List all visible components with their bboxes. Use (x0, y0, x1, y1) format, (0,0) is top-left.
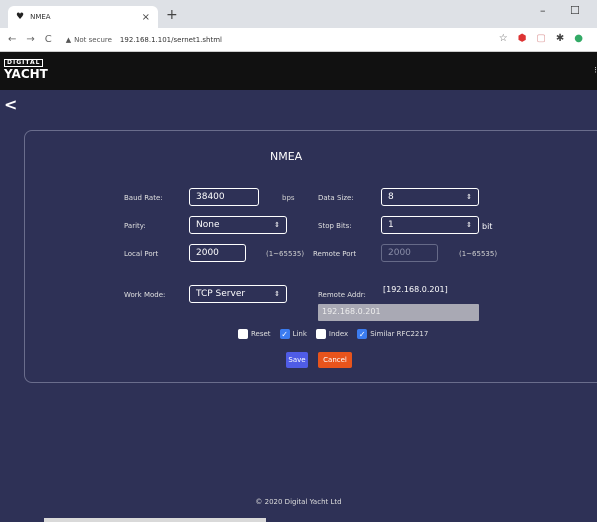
heart-icon: ♥ (16, 12, 25, 22)
baud-rate-input[interactable]: 38400 (189, 188, 259, 206)
work-mode-value: TCP Server (196, 289, 246, 299)
new-tab-button[interactable]: + (166, 7, 178, 23)
baud-rate-label: Baud Rate: (124, 194, 163, 202)
stop-bits-select[interactable]: 1 ⇕ (381, 216, 479, 234)
tab-title: NMEA (30, 13, 51, 21)
link-label: Link (292, 330, 307, 338)
security-text: Not secure (74, 35, 112, 44)
maximize-button[interactable]: ☐ (570, 4, 580, 17)
extension-icon[interactable]: ▢ (536, 33, 545, 44)
remote-port-range: (1~65535) (459, 250, 498, 258)
link-checkbox[interactable]: ✓ (279, 329, 290, 339)
warning-icon: ▲ (65, 35, 72, 44)
remote-port-input[interactable]: 2000 (381, 244, 438, 262)
stop-bits-value: 1 (388, 220, 394, 230)
tab-close-icon[interactable]: × (142, 12, 150, 23)
work-mode-label: Work Mode: (124, 291, 166, 299)
remote-port-label: Remote Port (313, 250, 357, 258)
stop-bits-label: Stop Bits: (318, 222, 352, 230)
puzzle-icon[interactable]: ✱ (556, 33, 564, 44)
site-header: DIGITAL YACHT ⁝ (0, 52, 597, 90)
back-button[interactable]: < (4, 95, 17, 114)
select-arrows-icon: ⇕ (466, 193, 472, 201)
logo-line-2: YACHT (4, 67, 48, 81)
footer-copyright: © 2020 Digital Yacht Ltd (255, 498, 342, 506)
avatar-icon[interactable]: ● (574, 33, 583, 44)
work-mode-select[interactable]: TCP Server ⇕ (189, 285, 287, 303)
parity-label: Parity: (124, 222, 146, 230)
shield-icon[interactable]: ⬢ (518, 33, 527, 44)
back-arrow-icon[interactable]: ← (8, 34, 16, 45)
baud-unit: bps (282, 194, 295, 202)
digital-yacht-logo[interactable]: DIGITAL YACHT (4, 58, 48, 80)
remote-addr-input[interactable]: 192.168.0.201 (318, 304, 479, 321)
select-arrows-icon: ⇕ (274, 221, 280, 229)
parity-value: None (196, 220, 220, 230)
local-port-input[interactable]: 2000 (189, 244, 246, 262)
forward-arrow-icon[interactable]: → (26, 34, 34, 45)
reload-icon[interactable]: C (45, 34, 52, 45)
settings-panel (24, 130, 597, 383)
browser-tab[interactable]: ♥ NMEA × (8, 6, 158, 28)
reset-label: Reset (251, 330, 271, 338)
data-size-label: Data Size: (318, 194, 354, 202)
page-title: NMEA (270, 150, 303, 163)
minimize-button[interactable]: – (540, 4, 546, 17)
local-port-label: Local Port (124, 250, 159, 258)
remote-addr-value: [192.168.0.201] (383, 285, 448, 294)
remote-addr-label: Remote Addr: (318, 291, 366, 299)
browser-toolbar: ☆ ⬢ ▢ ✱ ● (499, 33, 583, 44)
browser-tab-bar: ♥ NMEA × + – ☐ (0, 0, 597, 28)
cancel-button[interactable]: Cancel (318, 352, 352, 368)
similar-rfc2217-checkbox[interactable]: ✓ (357, 329, 368, 339)
local-port-range: (1~65535) (266, 250, 305, 258)
address-bar: ← → C ▲ Not secure 192.168.1.101/sernet1.… (0, 28, 597, 52)
security-indicator[interactable]: ▲ Not secure (66, 36, 112, 44)
select-arrows-icon: ⇕ (274, 290, 280, 298)
logo-line-1: DIGITAL (4, 59, 44, 67)
save-button[interactable]: Save (286, 352, 308, 368)
stop-bits-unit: bit (482, 222, 493, 231)
horizontal-scrollbar[interactable] (44, 518, 266, 522)
options-checkboxes: Reset ✓ Link Index ✓ Similar RFC2217 (232, 329, 428, 339)
star-icon[interactable]: ☆ (499, 33, 508, 44)
index-label: Index (328, 330, 349, 338)
data-size-value: 8 (388, 192, 394, 202)
select-arrows-icon: ⇕ (466, 221, 472, 229)
data-size-select[interactable]: 8 ⇕ (381, 188, 479, 206)
url-field[interactable]: 192.168.1.101/sernet1.shtml (120, 36, 222, 44)
similar-rfc2217-label: Similar RFC2217 (370, 330, 429, 338)
reset-checkbox[interactable] (238, 329, 248, 339)
parity-select[interactable]: None ⇕ (189, 216, 287, 234)
index-checkbox[interactable] (315, 329, 326, 339)
